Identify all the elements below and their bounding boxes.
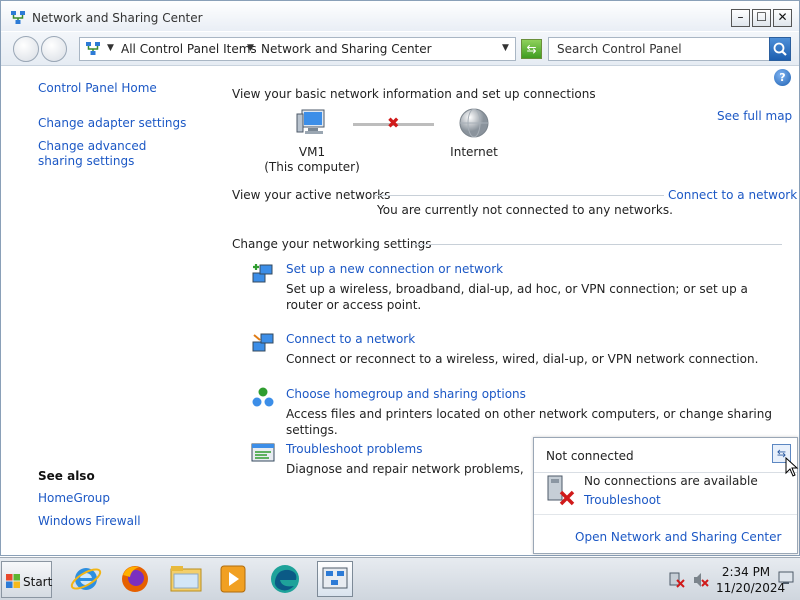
change-adapter-settings-link[interactable]: Change adapter settings — [38, 116, 186, 131]
forward-button[interactable] — [41, 36, 67, 62]
windows-firewall-link[interactable]: Windows Firewall — [38, 514, 141, 529]
windows-logo-icon — [6, 574, 20, 588]
clock-time: 2:34 PM — [721, 565, 771, 579]
network-center-icon — [11, 11, 25, 24]
refresh-button[interactable]: ⇆ — [521, 39, 542, 59]
search-icon — [773, 42, 787, 56]
computer-name: VM1 — [298, 145, 326, 159]
internet-globe-icon[interactable] — [457, 107, 491, 141]
system-tray: 2:34 PM 11/20/2024 — [663, 561, 786, 598]
flyout-footer: Open Network and Sharing Center — [534, 514, 797, 553]
back-button[interactable] — [13, 36, 39, 62]
connect-to-network-link[interactable]: Connect to a network — [668, 188, 797, 202]
see-full-map-link[interactable]: See full map — [717, 109, 792, 123]
no-connections-text: No connections are available — [584, 474, 758, 488]
new-connection-icon — [252, 264, 273, 283]
breadcrumb-all-items[interactable]: All Control Panel Items — [121, 42, 257, 56]
active-networks-heading: View your active networks — [232, 188, 391, 202]
maximize-button[interactable]: ☐ — [752, 9, 771, 27]
start-label: Start — [23, 575, 53, 589]
show-desktop-icon[interactable] — [778, 570, 794, 586]
flyout-status-heading: Not connected — [546, 449, 634, 463]
see-also-heading: See also — [38, 469, 95, 483]
breadcrumb-network-center[interactable]: Network and Sharing Center — [261, 42, 432, 56]
open-network-center-link[interactable]: Open Network and Sharing Center — [575, 530, 781, 544]
network-flyout: Not connected ⇆ No connections are avail… — [533, 437, 798, 554]
computer-icon[interactable] — [296, 108, 328, 138]
change-advanced-sharing-link[interactable]: Change advanced sharing settings — [38, 139, 188, 169]
internet-explorer-icon[interactable] — [68, 561, 104, 597]
breadcrumb-arrow-icon[interactable]: ▼ — [107, 43, 114, 53]
setup-connection-link[interactable]: Set up a new connection or network — [286, 262, 503, 276]
clock-date: 11/20/2024 — [716, 581, 786, 595]
control-panel-taskbar-icon — [322, 567, 348, 589]
setup-connection-description: Set up a wireless, broadband, dial-up, a… — [286, 282, 748, 312]
search-input[interactable]: Search Control Panel — [548, 37, 770, 61]
address-bar[interactable]: ▼ All Control Panel Items ▼ Network and … — [79, 37, 516, 61]
disconnected-x-icon: ✖ — [387, 114, 400, 132]
media-player-icon[interactable] — [215, 561, 251, 597]
file-explorer-icon[interactable] — [168, 561, 204, 597]
basic-info-heading: View your basic network information and … — [232, 87, 596, 101]
search-button[interactable] — [769, 37, 791, 61]
firefox-icon[interactable] — [117, 561, 153, 597]
network-center-taskbar-button[interactable] — [317, 561, 353, 597]
minimize-button[interactable]: – — [731, 9, 750, 27]
title-bar[interactable]: Network and Sharing Center – ☐ ✕ — [1, 1, 799, 31]
clock[interactable]: 2:34 PM 11/20/2024 — [716, 564, 786, 596]
troubleshoot-description: Diagnose and repair network problems, or… — [286, 462, 526, 476]
edge-icon[interactable] — [267, 561, 303, 597]
start-button[interactable]: Start — [1, 561, 52, 598]
control-panel-home-link[interactable]: Control Panel Home — [38, 81, 157, 96]
internet-label: Internet — [450, 145, 498, 159]
change-settings-heading: Change your networking settings — [232, 237, 432, 251]
window-title: Network and Sharing Center — [32, 11, 203, 25]
connect-network-icon — [252, 333, 274, 352]
divider — [374, 195, 664, 196]
flyout-troubleshoot-link[interactable]: Troubleshoot — [584, 493, 661, 507]
taskbar: Start 2:34 PM 11/20/2024 — [0, 557, 800, 600]
mouse-cursor-icon — [785, 457, 799, 477]
control-panel-icon — [86, 42, 100, 55]
connect-network-task-link[interactable]: Connect to a network — [286, 332, 415, 346]
address-toolbar: ▼ All Control Panel Items ▼ Network and … — [1, 32, 799, 66]
troubleshoot-icon — [251, 443, 275, 462]
homegroup-options-description: Access files and printers located on oth… — [286, 407, 772, 437]
not-connected-message: You are currently not connected to any n… — [377, 203, 673, 217]
computer-caption: (This computer) — [264, 160, 360, 174]
breadcrumb-arrow-icon[interactable]: ▼ — [247, 43, 254, 53]
homegroup-link[interactable]: HomeGroup — [38, 491, 110, 506]
homegroup-options-link[interactable]: Choose homegroup and sharing options — [286, 387, 526, 401]
address-dropdown-icon[interactable]: ▼ — [502, 43, 509, 53]
left-navigation-pane: Control Panel Home Change adapter settin… — [1, 67, 216, 555]
network-tray-icon[interactable] — [669, 572, 685, 588]
volume-tray-icon[interactable] — [693, 572, 709, 588]
homegroup-icon — [252, 387, 274, 407]
computer-name-label: VM1 (This computer) — [258, 145, 366, 175]
close-button[interactable]: ✕ — [773, 9, 792, 27]
troubleshoot-problems-link[interactable]: Troubleshoot problems — [286, 442, 422, 456]
help-icon[interactable]: ? — [774, 69, 791, 86]
connect-network-description: Connect or reconnect to a wireless, wire… — [286, 352, 759, 366]
divider — [413, 244, 782, 245]
network-disconnected-icon — [547, 475, 575, 506]
flyout-divider — [534, 472, 797, 473]
